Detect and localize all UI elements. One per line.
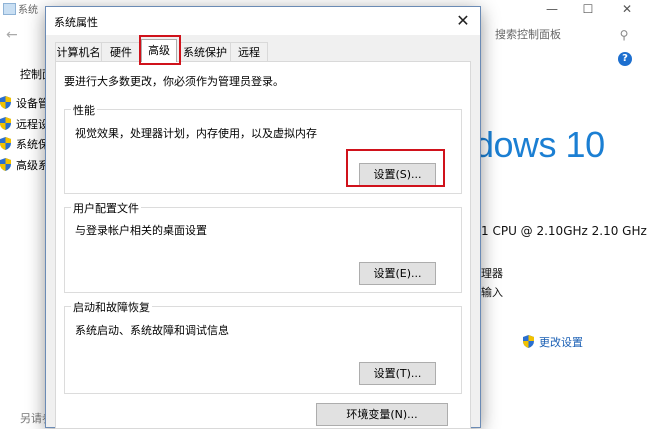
tab-system-protection[interactable]: 系统保护 [179,42,231,62]
group-title: 启动和故障恢复 [71,299,152,315]
help-icon[interactable]: ? [618,52,632,66]
maximize-button[interactable]: ☐ [571,0,605,18]
shield-icon [0,137,11,150]
minimize-button[interactable]: — [535,0,569,18]
pen-touch-label: 输入 [481,286,503,299]
user-profiles-settings-button[interactable]: 设置(E)... [359,262,436,285]
system-properties-dialog: 系统属性 ✕ 计算机名 硬件 高级 系统保护 远程 要进行大多数更改，你必须作为… [46,7,480,429]
dialog-titlebar[interactable]: 系统属性 ✕ [46,7,480,35]
group-title: 用户配置文件 [71,200,141,216]
change-settings-label: 更改设置 [539,336,583,349]
advanced-tab-panel: 要进行大多数更改，你必须作为管理员登录。 性能 视觉效果，处理器计划，内存使用，… [55,61,471,429]
cpu-info: 1 CPU @ 2.10GHz 2.10 GHz [481,224,647,238]
sidebar-item-label: 高级系 [16,159,49,172]
admin-note: 要进行大多数更改，你必须作为管理员登录。 [64,75,284,88]
window-title: 系统 [18,5,38,16]
windows-10-logo-text: dows 10 [474,124,605,165]
group-description: 视觉效果，处理器计划，内存使用，以及虚拟内存 [75,127,317,140]
system-icon [3,3,16,15]
advanced-tab-highlight-box [139,35,181,65]
shield-icon [0,96,11,109]
change-settings-link[interactable]: 更改设置 [523,334,583,350]
shield-icon [0,158,11,171]
close-window-button[interactable]: ✕ [610,0,644,18]
shield-icon [0,117,11,130]
sidebar-item-label: 远程设 [16,118,49,131]
settings-button-highlight-box [346,149,445,187]
close-icon[interactable]: ✕ [450,9,476,33]
user-profiles-group: 用户配置文件 与登录帐户相关的桌面设置 设置(E)... [64,200,462,293]
sidebar-item-label: 设备管 [16,97,49,110]
back-arrow-icon[interactable]: ← [6,27,18,43]
startup-recovery-settings-button[interactable]: 设置(T)... [359,362,436,385]
group-title: 性能 [71,102,97,118]
tab-hardware[interactable]: 硬件 [101,42,141,62]
startup-recovery-group: 启动和故障恢复 系统启动、系统故障和调试信息 设置(T)... [64,299,462,394]
environment-variables-button[interactable]: 环境变量(N)... [316,403,448,426]
group-description: 系统启动、系统故障和调试信息 [75,324,229,337]
sidebar-item-label: 系统保 [16,138,49,151]
tab-remote[interactable]: 远程 [230,42,268,62]
shield-icon [523,335,534,348]
group-description: 与登录帐户相关的桌面设置 [75,224,207,237]
processor-label: 理器 [481,267,503,280]
tab-computer-name[interactable]: 计算机名 [55,42,102,62]
search-icon[interactable]: ⚲ [614,24,634,46]
dialog-title: 系统属性 [54,16,98,29]
